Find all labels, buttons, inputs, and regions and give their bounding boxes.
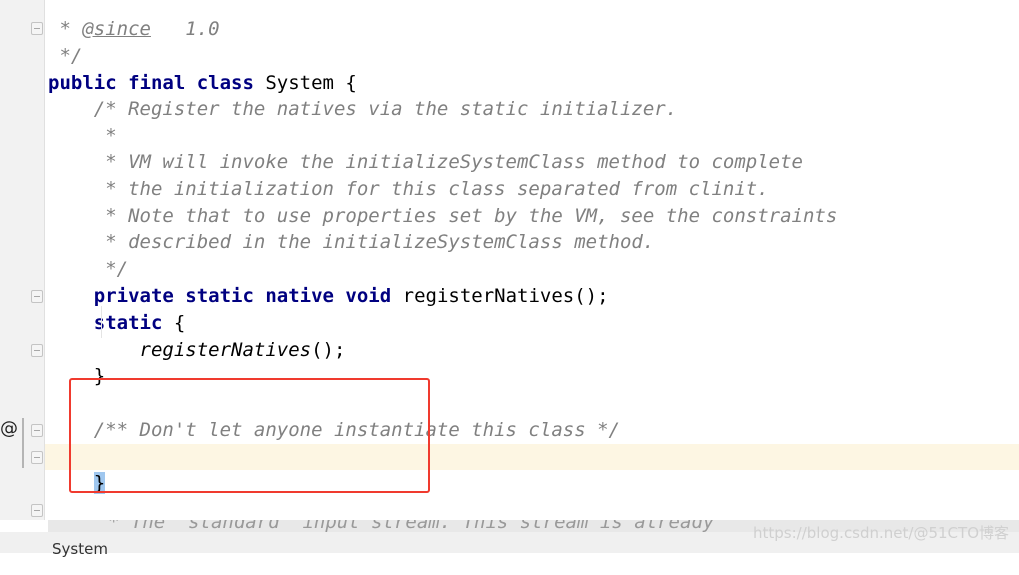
code-line: registerNatives(); [139,339,346,361]
breadcrumb-system[interactable]: System [52,540,108,558]
code-line: * the initialization for this class sepa… [48,178,769,200]
fold-icon[interactable] [31,504,43,517]
indent-guide [101,306,102,338]
code-line: static { [93,312,186,334]
fold-icon[interactable] [31,424,43,437]
code-line: * [48,125,117,147]
fold-icon[interactable] [31,451,43,464]
code-line: * Note that to use properties set by the… [48,205,838,227]
change-marker [22,418,24,468]
code-line: private static native void registerNativ… [93,285,609,307]
fold-icon[interactable] [31,22,43,35]
code-line: */ [48,45,83,67]
watermark: https://blog.csdn.net/@51CTO博客 [753,524,1009,542]
code-line: } [48,365,106,387]
fold-icon[interactable] [31,290,43,303]
fold-icon[interactable] [31,344,43,357]
code-line: * described in the initializeSystemClass… [48,231,655,253]
code-line: */ [48,258,129,280]
code-line: * @since 1.0 [45,0,1019,40]
code-line: * VM will invoke the initializeSystemCla… [48,151,803,173]
highlight-annotation-box [69,378,430,493]
override-marker-icon[interactable]: @ [0,418,18,439]
code-line: /* Register the natives via the static i… [48,98,678,120]
code-line: public final class System { [48,72,357,94]
